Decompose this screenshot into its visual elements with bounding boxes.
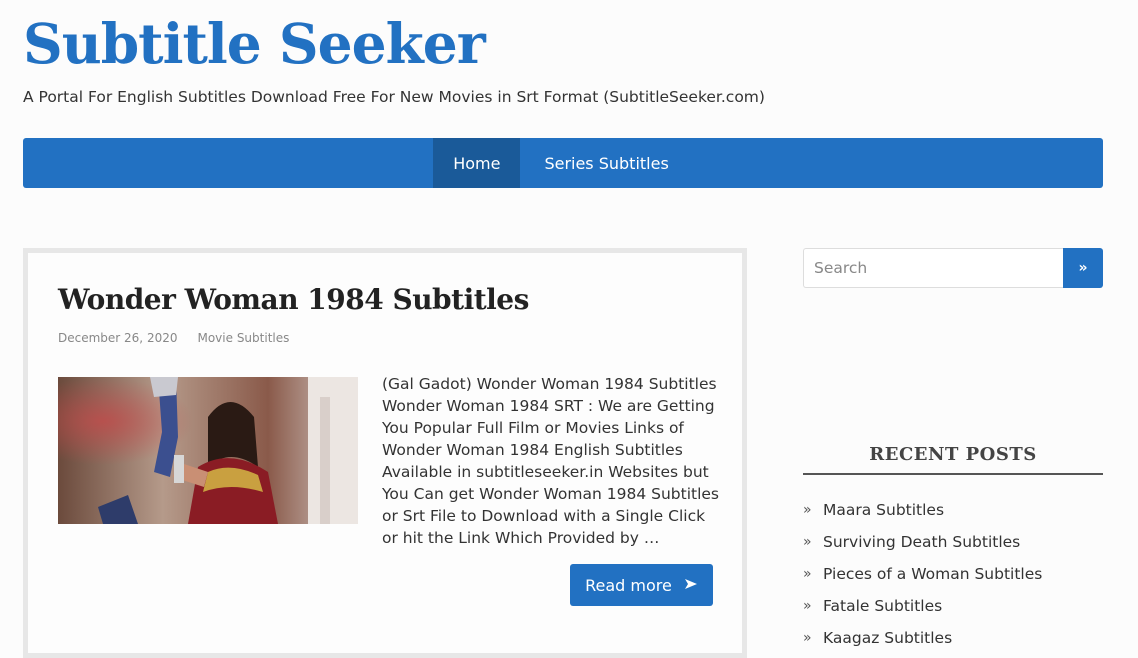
nav-item-series-subtitles[interactable]: Series Subtitles — [520, 138, 692, 188]
recent-post-link[interactable]: Surviving Death Subtitles — [823, 533, 1020, 551]
main-navigation: Home Series Subtitles — [23, 138, 1103, 188]
recent-posts-list: » Maara Subtitles » Surviving Death Subtit… — [803, 494, 1042, 654]
nav-item-home[interactable]: Home — [433, 138, 521, 188]
post-date[interactable]: December 26, 2020 — [58, 331, 177, 345]
recent-post-link[interactable]: Pieces of a Woman Subtitles — [823, 565, 1042, 583]
post-category[interactable]: Movie Subtitles — [197, 331, 289, 345]
recent-post-item[interactable]: » Surviving Death Subtitles — [803, 526, 1042, 558]
recent-post-item[interactable]: » Fatale Subtitles — [803, 590, 1042, 622]
read-more-button[interactable]: Read more — [570, 564, 713, 606]
recent-posts-heading: RECENT POSTS — [803, 444, 1103, 475]
post-title[interactable]: Wonder Woman 1984 Subtitles — [58, 283, 529, 316]
chevron-double-right-icon: » — [803, 598, 812, 614]
recent-post-link[interactable]: Kaagaz Subtitles — [823, 629, 952, 647]
chevron-double-right-icon: » — [803, 502, 812, 518]
read-more-label: Read more — [585, 575, 672, 595]
chevron-double-right-icon: » — [803, 630, 812, 646]
post-card: Wonder Woman 1984 Subtitles December 26,… — [23, 248, 747, 658]
search-button[interactable]: » — [1063, 248, 1103, 288]
chevron-double-right-icon: » — [803, 534, 812, 550]
post-thumbnail[interactable] — [58, 377, 358, 524]
post-thumbnail-image — [58, 377, 358, 524]
post-excerpt: (Gal Gadot) Wonder Woman 1984 Subtitles … — [382, 375, 719, 547]
chevron-double-right-icon: » — [803, 566, 812, 582]
recent-post-item[interactable]: » Maara Subtitles — [803, 494, 1042, 526]
arrow-right-icon — [684, 576, 698, 595]
post-meta: December 26, 2020 Movie Subtitles — [58, 331, 289, 345]
recent-post-item[interactable]: » Pieces of a Woman Subtitles — [803, 558, 1042, 590]
recent-post-link[interactable]: Fatale Subtitles — [823, 597, 942, 615]
site-tagline: A Portal For English Subtitles Download … — [23, 88, 765, 106]
site-title[interactable]: Subtitle Seeker — [23, 13, 486, 75]
search-form: » — [803, 248, 1103, 288]
recent-post-link[interactable]: Maara Subtitles — [823, 501, 944, 519]
recent-post-item[interactable]: » Kaagaz Subtitles — [803, 622, 1042, 654]
search-input[interactable] — [803, 248, 1063, 288]
